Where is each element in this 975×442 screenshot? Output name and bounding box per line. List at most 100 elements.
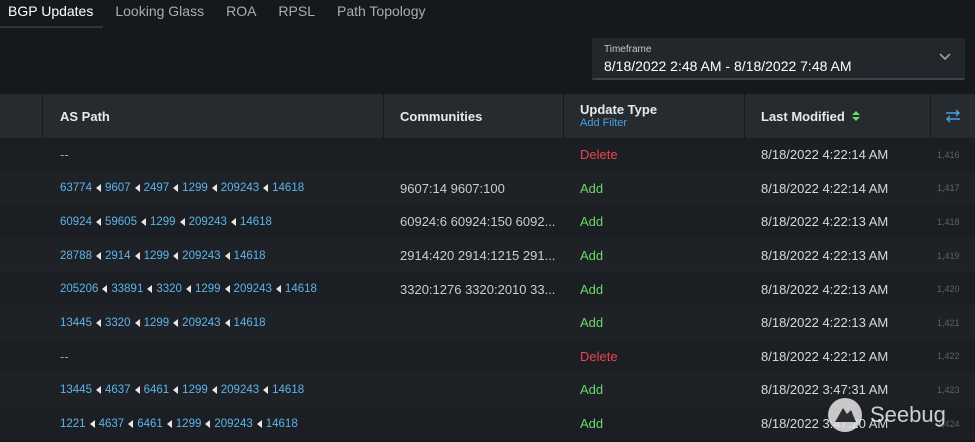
asn-link[interactable]: 209243 — [234, 283, 272, 295]
asn-link[interactable]: 14618 — [272, 384, 304, 396]
asn-link[interactable]: 2914 — [105, 250, 131, 262]
column-divider — [930, 94, 931, 138]
asn-link[interactable]: 1299 — [176, 418, 202, 430]
asn-link[interactable]: 209243 — [214, 418, 252, 430]
path-arrow-icon — [224, 318, 230, 327]
asn-link[interactable]: 209243 — [182, 250, 220, 262]
column-header-update-type[interactable]: Update Type Add Filter — [580, 94, 657, 138]
table-row[interactable]: 13445 3320 1299 209243 14618 Add 8/18/2022 4:2… — [0, 305, 975, 340]
asn-link[interactable]: 14618 — [234, 250, 266, 262]
watermark: Seebug — [826, 392, 966, 438]
communities-cell — [400, 373, 572, 407]
asn-link[interactable]: 209243 — [189, 216, 227, 228]
asn-link[interactable]: 14618 — [266, 418, 298, 430]
asn-link[interactable]: 4637 — [105, 384, 131, 396]
asn-link[interactable]: 13445 — [60, 384, 92, 396]
communities-cell: 2914:420 2914:1215 291... — [400, 248, 556, 264]
asn-link[interactable]: 33891 — [111, 283, 143, 295]
path-arrow-icon — [173, 184, 179, 193]
chevron-down-icon — [939, 53, 951, 61]
path-arrow-icon — [95, 184, 101, 193]
column-header-communities[interactable]: Communities — [400, 94, 482, 138]
tab-rpsl[interactable]: RPSL — [278, 0, 315, 28]
communities-cell: 3320:1276 3320:2010 33... — [400, 281, 556, 297]
add-filter-link[interactable]: Add Filter — [580, 117, 627, 129]
asn-link[interactable]: 1299 — [182, 182, 208, 194]
timeframe-select[interactable]: Timeframe 8/18/2022 2:48 AM - 8/18/2022 … — [592, 38, 965, 80]
as-path-cell: 60924 59605 1299 209243 14618 — [60, 205, 380, 239]
column-settings-icon[interactable] — [945, 109, 961, 123]
tab-bgp-updates[interactable]: BGP Updates — [0, 0, 104, 28]
asn-link[interactable]: 14618 — [234, 317, 266, 329]
path-arrow-icon — [95, 217, 101, 226]
path-arrow-icon — [89, 419, 95, 428]
asn-link[interactable]: 1299 — [182, 384, 208, 396]
asn-link[interactable]: 13445 — [60, 317, 92, 329]
path-arrow-icon — [173, 318, 179, 327]
asn-link[interactable]: 9607 — [105, 182, 131, 194]
path-arrow-icon — [211, 184, 217, 193]
table-row[interactable]: 60924 59605 1299 209243 14618 60924:6 60924:1… — [0, 205, 975, 239]
table-row[interactable]: 28788 2914 1299 209243 14618 2914:420 2914:12… — [0, 238, 975, 273]
update-type-cell: Add — [580, 248, 604, 264]
path-arrow-icon — [134, 318, 140, 327]
tab-bar: BGP Updates Looking Glass ROA RPSL Path … — [0, 0, 975, 28]
tab-looking-glass[interactable]: Looking Glass — [115, 0, 204, 28]
asn-link[interactable]: 209243 — [182, 317, 220, 329]
update-type-cell: Add — [580, 416, 604, 432]
asn-link[interactable]: 1299 — [144, 250, 170, 262]
as-path-cell: 205206 33891 3320 1299 209243 14618 — [60, 272, 380, 306]
asn-link[interactable]: 209243 — [221, 182, 259, 194]
asn-link[interactable]: 59605 — [105, 216, 137, 228]
last-modified-cell: 8/18/2022 4:22:14 AM — [761, 180, 889, 196]
asn-link[interactable]: 14618 — [285, 283, 317, 295]
communities-cell — [400, 306, 572, 340]
column-header-as-path[interactable]: AS Path — [60, 94, 110, 138]
path-arrow-icon — [205, 419, 211, 428]
asn-link[interactable]: 63774 — [60, 182, 92, 194]
row-index-cell: 1,420 — [937, 284, 960, 295]
path-arrow-icon — [128, 419, 134, 428]
sort-icon[interactable] — [851, 110, 861, 122]
asn-link[interactable]: 3320 — [156, 283, 182, 295]
table-row[interactable]: 205206 33891 3320 1299 209243 14618 3320:1276 … — [0, 272, 975, 306]
tab-path-topology[interactable]: Path Topology — [337, 0, 425, 28]
asn-link[interactable]: 2497 — [144, 182, 170, 194]
asn-link[interactable]: 6461 — [137, 418, 163, 430]
table-row[interactable]: 63774 9607 2497 1299 209243 14618 9607:14 9607… — [0, 171, 975, 206]
asn-link[interactable]: 3320 — [105, 317, 131, 329]
path-arrow-icon — [102, 285, 108, 294]
asn-link[interactable]: 6461 — [144, 384, 170, 396]
path-arrow-icon — [147, 285, 153, 294]
path-arrow-icon — [263, 385, 269, 394]
communities-cell — [400, 138, 572, 172]
table-row[interactable]: -- Delete 8/18/2022 4:22:12 AM 1,422 — [0, 339, 975, 374]
seebug-logo-icon — [828, 398, 862, 432]
table-row[interactable]: -- Delete 8/18/2022 4:22:14 AM 1,416 — [0, 138, 975, 172]
path-arrow-icon — [140, 217, 146, 226]
path-arrow-icon — [134, 184, 140, 193]
last-modified-label: Last Modified — [761, 108, 845, 124]
asn-link[interactable]: 14618 — [240, 216, 272, 228]
asn-link[interactable]: 28788 — [60, 250, 92, 262]
column-divider — [563, 94, 564, 138]
asn-link[interactable]: 1299 — [150, 216, 176, 228]
asn-link[interactable]: 209243 — [221, 384, 259, 396]
asn-link[interactable]: 205206 — [60, 283, 98, 295]
asn-link[interactable]: 1299 — [195, 283, 221, 295]
asn-link[interactable]: 4637 — [99, 418, 125, 430]
timeframe-value: 8/18/2022 2:48 AM - 8/18/2022 7:48 AM — [604, 58, 852, 74]
update-type-cell: Delete — [580, 147, 618, 163]
asn-link[interactable]: 1221 — [60, 418, 86, 430]
row-index-cell: 1,419 — [937, 250, 960, 261]
as-path-cell: -- — [60, 340, 380, 374]
asn-link[interactable]: 14618 — [272, 182, 304, 194]
path-arrow-icon — [173, 251, 179, 260]
path-arrow-icon — [95, 385, 101, 394]
column-header-last-modified[interactable]: Last Modified — [761, 94, 861, 138]
asn-link[interactable]: 1299 — [144, 317, 170, 329]
asn-link[interactable]: 60924 — [60, 216, 92, 228]
tab-roa[interactable]: ROA — [226, 0, 256, 28]
as-path-cell: 13445 3320 1299 209243 14618 — [60, 306, 380, 340]
communities-cell: 9607:14 9607:100 — [400, 180, 505, 196]
